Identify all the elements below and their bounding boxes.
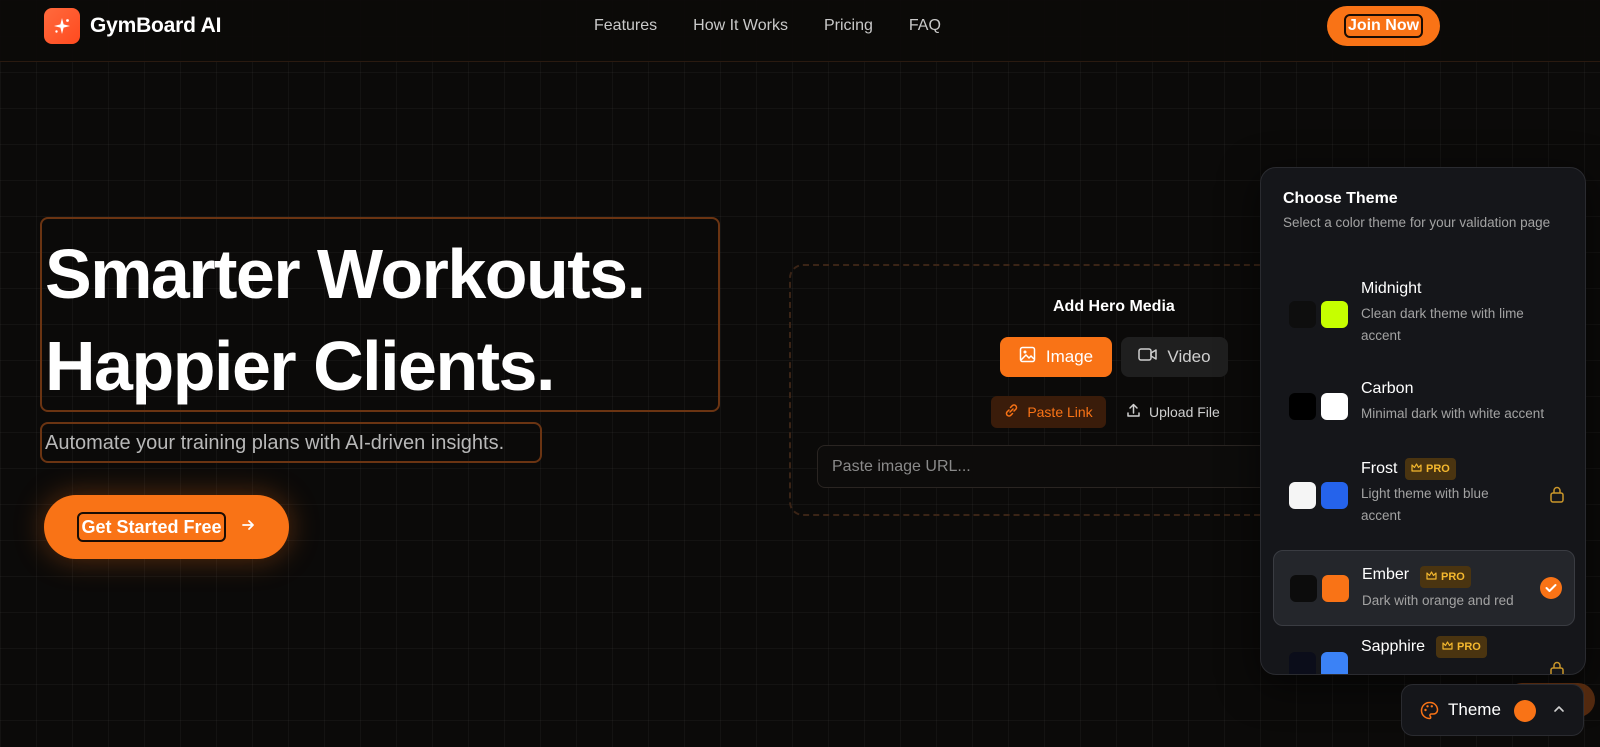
upload-file-label: Upload File <box>1149 404 1220 420</box>
brand-logo[interactable]: GymBoard AI <box>44 8 221 44</box>
lock-icon <box>1549 660 1565 674</box>
image-icon <box>1019 346 1036 368</box>
headline-line-2: Happier Clients. <box>45 327 555 405</box>
pro-label: PRO <box>1457 641 1481 653</box>
theme-picker-panel: Choose Theme Select a color theme for yo… <box>1260 167 1586 675</box>
theme-description: Dark with orange and red <box>1362 593 1514 608</box>
theme-option-ember[interactable]: Ember PRO Dark with orange and red <box>1273 550 1575 626</box>
pro-badge: PRO <box>1405 458 1456 480</box>
upload-icon <box>1126 403 1141 421</box>
theme-option-frost[interactable]: Frost PRO Light theme with blue accent <box>1273 452 1575 536</box>
panel-title: Choose Theme <box>1283 190 1398 207</box>
swatch-accent <box>1321 301 1348 328</box>
swatch-accent <box>1322 575 1349 602</box>
theme-toggle-button[interactable]: Theme <box>1401 684 1584 736</box>
video-tab-button[interactable]: Video <box>1121 337 1228 377</box>
theme-name: Frost <box>1361 460 1398 477</box>
theme-toggle-label: Theme <box>1448 700 1501 719</box>
image-tab-button[interactable]: Image <box>1000 337 1112 377</box>
swatch-base <box>1289 652 1316 674</box>
image-url-input[interactable] <box>817 445 1277 488</box>
image-tab-label: Image <box>1045 347 1094 366</box>
paste-link-button[interactable]: Paste Link <box>991 396 1106 428</box>
lock-icon <box>1549 485 1565 508</box>
current-theme-color-dot <box>1514 700 1536 722</box>
palette-icon <box>1420 701 1439 725</box>
media-title: Add Hero Media <box>1053 298 1175 315</box>
theme-description: Minimal dark with white accent <box>1361 406 1545 421</box>
swatch-base <box>1290 575 1317 602</box>
crown-icon <box>1442 641 1453 653</box>
nav-link-faq[interactable]: FAQ <box>909 17 941 35</box>
chevron-up-icon <box>1552 702 1566 721</box>
join-now-button[interactable]: Join Now <box>1327 6 1440 46</box>
swatch-accent <box>1321 482 1348 509</box>
sparkle-icon <box>44 8 80 44</box>
theme-description: Clean dark theme with lime accent <box>1361 306 1524 343</box>
theme-name: Midnight <box>1361 280 1422 297</box>
pro-badge: PRO <box>1436 636 1487 658</box>
upload-file-button[interactable]: Upload File <box>1126 396 1220 428</box>
arrow-right-icon <box>240 517 256 538</box>
paste-link-label: Paste Link <box>1027 404 1093 420</box>
hero-subheadline: Automate your training plans with AI-dri… <box>45 432 505 454</box>
crown-icon <box>1411 463 1422 475</box>
nav-link-how-it-works[interactable]: How It Works <box>693 17 788 35</box>
swatch-base <box>1289 482 1316 509</box>
swatch-base <box>1289 301 1316 328</box>
swatch-accent <box>1321 393 1348 420</box>
theme-description: Light theme with blue accent <box>1361 486 1489 523</box>
theme-option-sapphire[interactable]: Sapphire PRO <box>1273 630 1575 674</box>
theme-name: Sapphire <box>1361 638 1426 655</box>
swatch-base <box>1289 393 1316 420</box>
nav-link-features[interactable]: Features <box>594 17 657 35</box>
brand-name: GymBoard AI <box>90 14 222 37</box>
pro-label: PRO <box>1441 571 1465 583</box>
get-started-button[interactable]: Get Started Free <box>44 495 289 559</box>
pro-label: PRO <box>1426 463 1450 475</box>
theme-name: Carbon <box>1361 380 1414 397</box>
hero-headline: Smarter Workouts. Happier Clients. <box>45 228 646 412</box>
swatch-accent <box>1321 652 1348 674</box>
pro-badge: PRO <box>1420 566 1471 588</box>
panel-description: Select a color theme for your validation… <box>1283 215 1551 230</box>
crown-icon <box>1426 571 1437 583</box>
link-icon <box>1004 403 1019 421</box>
get-started-label: Get Started Free <box>77 512 226 542</box>
theme-option-midnight[interactable]: Midnight Clean dark theme with lime acce… <box>1273 272 1575 356</box>
check-icon <box>1540 577 1562 599</box>
nav-links: Features How It Works Pricing FAQ <box>594 17 941 35</box>
join-now-label: Join Now <box>1343 14 1424 38</box>
video-tab-label: Video <box>1167 347 1211 366</box>
headline-line-1: Smarter Workouts. <box>45 235 646 313</box>
theme-option-carbon[interactable]: Carbon Minimal dark with white accent <box>1273 374 1575 436</box>
video-icon <box>1138 347 1158 367</box>
theme-name: Ember <box>1362 566 1410 583</box>
nav-link-pricing[interactable]: Pricing <box>824 17 873 35</box>
top-navbar: GymBoard AI Features How It Works Pricin… <box>0 0 1600 62</box>
